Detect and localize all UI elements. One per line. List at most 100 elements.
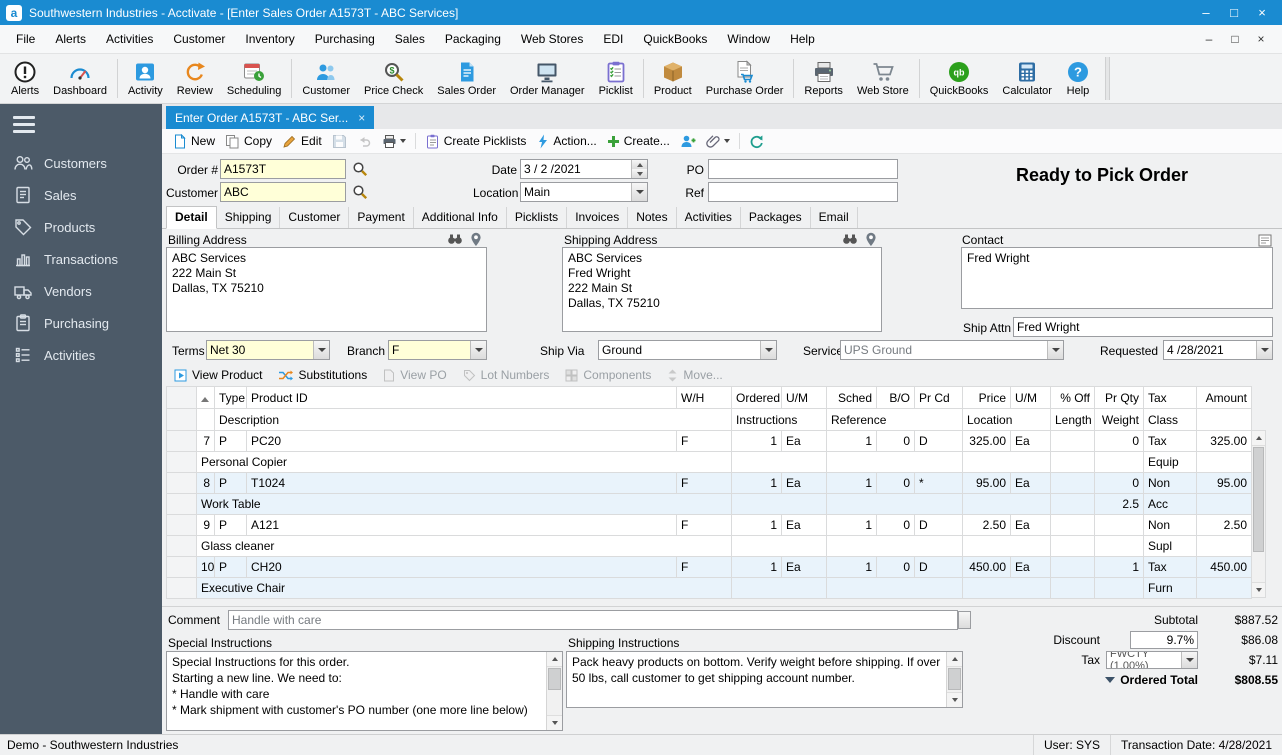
tab-email[interactable]: Email [811, 207, 858, 228]
sidebar-item-vendors[interactable]: Vendors [0, 275, 162, 307]
mdi-restore-button[interactable]: □ [1222, 32, 1248, 46]
col-header-class[interactable]: Class [1143, 408, 1197, 431]
col-header-sched[interactable]: Sched [826, 386, 877, 409]
scrollbar-thumb[interactable] [548, 668, 561, 690]
chevron-down-icon[interactable] [1181, 651, 1197, 668]
menu-edi[interactable]: EDI [593, 27, 633, 51]
sidebar-item-sales[interactable]: Sales [0, 179, 162, 211]
toolbar-dashboard-button[interactable]: Dashboard [46, 55, 114, 102]
toolbar-alerts-button[interactable]: Alerts [4, 55, 46, 102]
view-po-button[interactable]: View PO [383, 368, 447, 382]
minimize-button[interactable]: – [1192, 2, 1220, 23]
chevron-down-icon[interactable] [1047, 341, 1063, 359]
menu-window[interactable]: Window [717, 27, 780, 51]
chevron-down-icon[interactable] [470, 341, 486, 359]
date-spinner[interactable] [631, 160, 647, 178]
col-header-pr-qty[interactable]: Pr Qty [1094, 386, 1144, 409]
menu-purchasing[interactable]: Purchasing [305, 27, 385, 51]
chevron-down-icon[interactable] [1256, 341, 1272, 359]
col-header-price-um[interactable]: U/M [1010, 386, 1051, 409]
discount-rate-input[interactable] [1130, 630, 1198, 649]
menu-inventory[interactable]: Inventory [235, 27, 304, 51]
col-header-product-id[interactable]: Product ID [246, 386, 677, 409]
col-header-pct-off[interactable]: % Off [1050, 386, 1095, 409]
customer-input[interactable] [220, 182, 346, 202]
tab-notes[interactable]: Notes [628, 207, 677, 228]
toolbar-scheduling-button[interactable]: Scheduling [220, 55, 288, 102]
shipping-address-box[interactable]: ABC Services Fred Wright 222 Main St Dal… [562, 247, 882, 332]
menu-help[interactable]: Help [780, 27, 825, 51]
print-button[interactable] [377, 132, 411, 151]
toolbar-customer-button[interactable]: Customer [295, 55, 357, 102]
tab-picklists[interactable]: Picklists [507, 207, 568, 228]
toolbar-help-button[interactable]: ? Help [1059, 55, 1097, 102]
chevron-down-icon[interactable] [313, 341, 329, 359]
menu-web-stores[interactable]: Web Stores [511, 27, 593, 51]
col-header-wh[interactable]: W/H [676, 386, 732, 409]
save-button[interactable] [327, 132, 352, 151]
col-header-price[interactable]: Price [962, 386, 1011, 409]
toolbar-reports-button[interactable]: Reports [797, 55, 850, 102]
sidebar-item-products[interactable]: Products [0, 211, 162, 243]
location-select[interactable]: Main [520, 182, 648, 202]
toolbar-sales-order-button[interactable]: Sales Order [430, 55, 503, 102]
row-indicator[interactable] [166, 430, 197, 452]
new-button[interactable]: New [168, 132, 220, 151]
service-combo[interactable]: UPS Ground [840, 340, 1064, 360]
mdi-close-button[interactable]: × [1248, 32, 1274, 46]
tab-additional-info[interactable]: Additional Info [414, 207, 507, 228]
substitutions-button[interactable]: Substitutions [278, 368, 367, 382]
add-contact-button[interactable] [675, 132, 701, 151]
scrollbar-thumb[interactable] [948, 668, 961, 690]
toolbar-product-button[interactable]: Product [647, 55, 699, 102]
refresh-button[interactable] [744, 132, 769, 151]
sidebar-item-transactions[interactable]: Transactions [0, 243, 162, 275]
scrollbar-thumb[interactable] [1253, 447, 1264, 552]
scroll-down-icon[interactable] [1252, 582, 1265, 597]
ship-via-combo[interactable]: Ground [598, 340, 777, 360]
toolbar-web-store-button[interactable]: Web Store [850, 55, 916, 102]
sidebar-item-customers[interactable]: Customers [0, 147, 162, 179]
ship-attn-input[interactable] [1013, 317, 1273, 337]
sidebar-item-purchasing[interactable]: Purchasing [0, 307, 162, 339]
binoculars-icon[interactable] [841, 231, 859, 247]
shipping-instructions-text[interactable]: Pack heavy products on bottom. Verify we… [567, 652, 946, 707]
toolbar-review-button[interactable]: Review [170, 55, 220, 102]
po-input[interactable] [708, 159, 898, 179]
scrollbar[interactable] [946, 652, 962, 707]
lot-numbers-button[interactable]: Lot Numbers [463, 368, 549, 382]
create-picklists-button[interactable]: Create Picklists [420, 132, 532, 151]
close-icon[interactable]: × [358, 111, 365, 125]
col-header-ordered[interactable]: Ordered [731, 386, 782, 409]
ordered-total-caret-icon[interactable] [1105, 676, 1116, 683]
scroll-up-icon[interactable] [1252, 431, 1265, 446]
requested-date-combo[interactable]: 4 /28/2021 [1163, 340, 1273, 360]
billing-address-box[interactable]: ABC Services 222 Main St Dallas, TX 7521… [166, 247, 487, 332]
chevron-down-icon[interactable] [631, 183, 647, 201]
col-header-reference[interactable]: Reference [826, 408, 963, 431]
copy-button[interactable]: Copy [220, 132, 277, 151]
toolbar-quickbooks-button[interactable]: qb QuickBooks [923, 55, 996, 102]
comment-input[interactable] [228, 610, 958, 630]
components-button[interactable]: Components [565, 368, 651, 382]
sort-column-header[interactable] [196, 386, 215, 409]
order-search-icon[interactable] [350, 159, 370, 179]
action-button[interactable]: Action... [531, 132, 601, 151]
col-header-bo[interactable]: B/O [876, 386, 915, 409]
undo-button[interactable] [352, 132, 377, 151]
menu-quickbooks[interactable]: QuickBooks [633, 27, 717, 51]
menu-file[interactable]: File [6, 27, 45, 51]
row-indicator[interactable] [166, 556, 197, 578]
scroll-down-icon[interactable] [947, 692, 962, 707]
col-header-um[interactable]: U/M [781, 386, 827, 409]
contact-box[interactable]: Fred Wright [961, 247, 1273, 309]
col-header-amount[interactable]: Amount [1196, 386, 1252, 409]
binoculars-icon[interactable] [446, 231, 464, 247]
date-input[interactable]: 3 / 2 /2021 [520, 159, 648, 179]
tab-shipping[interactable]: Shipping [217, 207, 281, 228]
col-header-tax[interactable]: Tax [1143, 386, 1197, 409]
ref-input[interactable] [708, 182, 898, 202]
tab-customer[interactable]: Customer [280, 207, 350, 228]
row-indicator[interactable] [166, 472, 197, 494]
note-icon[interactable] [1256, 232, 1274, 248]
